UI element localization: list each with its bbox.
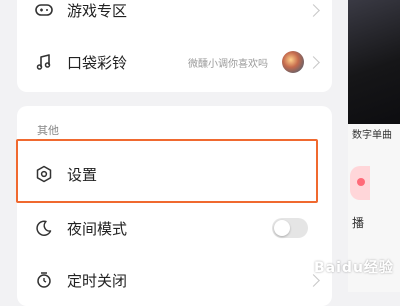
music-note-icon [35, 53, 53, 71]
background-digital-single-label: 数字单曲 [352, 130, 392, 141]
menu-item-label: 夜间模式 [67, 219, 128, 238]
watermark: Baidu经验 [300, 257, 394, 277]
menu-item-night-mode[interactable]: 夜间模式 [17, 208, 332, 248]
alarm-clock-icon [35, 271, 53, 289]
menu-item-game-zone[interactable]: 游戏专区 [17, 0, 332, 30]
section-title-other: 其他 [37, 124, 59, 137]
background-broadcast-icon [350, 166, 370, 200]
highlight-box [16, 139, 318, 203]
background-broadcast-label: 播 [352, 216, 365, 230]
ringtone-avatar [282, 51, 304, 73]
chevron-right-icon [307, 55, 320, 69]
menu-item-pocket-ringtone[interactable]: 口袋彩铃 微醺小调你喜欢吗 [17, 42, 332, 82]
paw-icon [300, 261, 312, 273]
ringtone-subtitle: 微醺小调你喜欢吗 [188, 58, 268, 70]
moon-icon [35, 219, 53, 237]
menu-item-label: 定时关闭 [67, 271, 128, 290]
menu-item-timer-off[interactable]: 定时关闭 [17, 260, 332, 300]
background-album-art [348, 0, 400, 124]
night-mode-toggle[interactable] [272, 218, 308, 238]
menu-item-label: 游戏专区 [67, 1, 128, 20]
chevron-right-icon [307, 3, 320, 17]
menu-card-top: 游戏专区 口袋彩铃 微醺小调你喜欢吗 [17, 0, 332, 92]
menu-card-other: 其他 设置 夜间模式 定时关闭 [17, 106, 332, 306]
menu-item-label: 口袋彩铃 [67, 53, 128, 72]
watermark-text: Baidu经验 [314, 260, 394, 276]
gamepad-icon [35, 1, 53, 19]
